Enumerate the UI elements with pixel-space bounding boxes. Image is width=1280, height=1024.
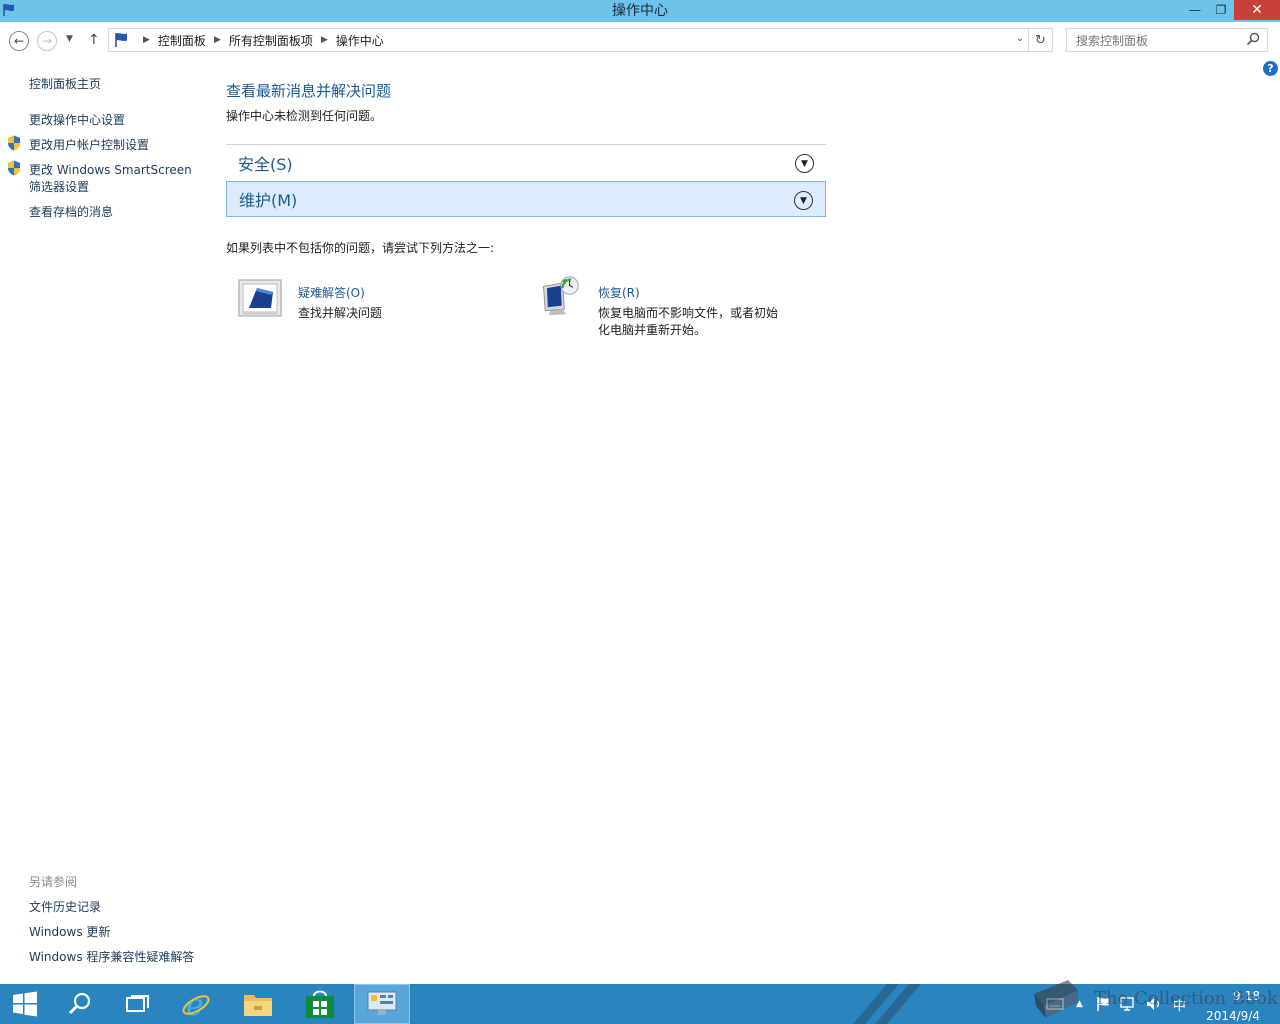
windows-update-link[interactable]: Windows 更新 (29, 923, 110, 940)
taskbar-search-button[interactable] (52, 984, 108, 1024)
control-panel-home-link[interactable]: 控制面板主页 (29, 75, 101, 92)
action-center-flag-icon (115, 33, 127, 47)
alternatives-hint: 如果列表中不包括你的问题，请尝试下列方法之一: (226, 241, 495, 255)
change-smartscreen-settings-link[interactable]: 更改 Windows SmartScreen (29, 161, 192, 178)
taskbar: e ▲ 中 9:18 2014/9/4 (0, 984, 1280, 1024)
store-icon (306, 990, 334, 1018)
recovery-link[interactable]: 恢复(R) (598, 284, 640, 301)
folder-icon (244, 995, 272, 1016)
section-security-label: 安全(S) (238, 154, 293, 174)
taskbar-control-panel[interactable] (354, 984, 410, 1024)
title-bar: 操作中心 — ❐ ✕ (0, 0, 1280, 22)
refresh-button[interactable]: ↻ (1029, 28, 1053, 52)
help-button[interactable]: ? (1263, 61, 1278, 76)
forward-button[interactable]: → (37, 31, 57, 51)
taskbar-internet-explorer[interactable]: e (168, 984, 224, 1024)
chevron-down-icon[interactable]: ▼ (794, 191, 813, 210)
search-placeholder: 搜索控制面板 (1076, 33, 1149, 48)
change-smartscreen-settings-link-line2[interactable]: 筛选器设置 (29, 178, 89, 195)
book-logo-icon (1034, 980, 1078, 1018)
program-compatibility-troubleshooter-link[interactable]: Windows 程序兼容性疑难解答 (29, 948, 194, 965)
section-maintenance[interactable]: 维护(M) ▼ (226, 181, 826, 217)
breadcrumb-separator-icon: ▶ (143, 35, 150, 45)
control-panel-icon (367, 991, 397, 1015)
search-input[interactable]: 搜索控制面板 (1066, 28, 1268, 52)
section-maintenance-label: 维护(M) (239, 191, 298, 210)
windows-logo-icon (13, 991, 37, 1017)
up-button[interactable]: ↑ (88, 32, 100, 48)
uac-shield-icon (8, 160, 20, 176)
breadcrumb-all-items[interactable]: 所有控制面板项 (229, 32, 313, 49)
clock-date: 2014/9/4 (1206, 1009, 1260, 1023)
window-controls: — ❐ ✕ (1182, 0, 1280, 20)
breadcrumb-separator-icon: ▶ (320, 35, 328, 45)
navigation-bar: ← → ▼ ↑ ▶ 控制面板 ▶ 所有控制面板项 ▶ 操作中心 ⌄ ↻ 搜索控制… (0, 22, 1280, 58)
minimize-button[interactable]: — (1182, 0, 1208, 20)
back-arrow-icon: ← (13, 34, 25, 48)
address-bar[interactable]: ▶ 控制面板 ▶ 所有控制面板项 ▶ 操作中心 ⌄ (108, 28, 1029, 52)
taskbar-file-explorer[interactable] (230, 984, 286, 1024)
restore-button[interactable]: ❐ (1208, 0, 1234, 20)
see-also-heading: 另请参阅 (29, 875, 78, 889)
troubleshooting-description: 查找并解决问题 (298, 306, 383, 320)
address-dropdown-icon[interactable]: ⌄ (1016, 33, 1024, 44)
task-view-button[interactable] (110, 984, 166, 1024)
back-button[interactable]: ← (9, 31, 29, 51)
search-icon[interactable] (1246, 32, 1260, 46)
forward-arrow-icon: → (41, 34, 53, 48)
watermark-text: The Collection Book (1094, 988, 1278, 1009)
section-security[interactable]: 安全(S) ▼ (226, 144, 826, 180)
page-subtitle: 操作中心未检测到任何问题。 (226, 109, 383, 123)
recent-locations-button[interactable]: ▼ (66, 34, 73, 44)
taskbar-store[interactable] (292, 984, 348, 1024)
view-archived-messages-link[interactable]: 查看存档的消息 (29, 203, 113, 220)
refresh-icon: ↻ (1035, 32, 1046, 48)
task-view-icon (126, 995, 149, 1012)
uac-shield-icon (8, 135, 20, 151)
breadcrumb-separator-icon: ▶ (213, 35, 221, 45)
recovery-description: 恢复电脑而不影响文件，或者初始 化电脑并重新开始。 (598, 306, 779, 337)
troubleshooting-icon[interactable] (237, 278, 283, 318)
window-title: 操作中心 (612, 3, 668, 19)
troubleshooting-link[interactable]: 疑难解答(O) (298, 284, 365, 301)
change-uac-settings-link[interactable]: 更改用户帐户控制设置 (29, 136, 149, 153)
breadcrumb-action-center[interactable]: 操作中心 (336, 32, 384, 49)
internet-explorer-icon: e (182, 988, 210, 1020)
file-history-link[interactable]: 文件历史记录 (29, 898, 101, 915)
start-button[interactable] (0, 984, 50, 1024)
page-title: 查看最新消息并解决问题 (226, 82, 392, 100)
close-button[interactable]: ✕ (1234, 0, 1280, 20)
action-center-flag-icon (3, 4, 14, 16)
change-action-center-settings-link[interactable]: 更改操作中心设置 (29, 111, 125, 128)
search-icon (68, 992, 91, 1015)
recovery-icon[interactable] (537, 276, 583, 316)
chevron-down-icon[interactable]: ▼ (795, 154, 814, 173)
breadcrumb-control-panel[interactable]: 控制面板 (158, 32, 206, 49)
